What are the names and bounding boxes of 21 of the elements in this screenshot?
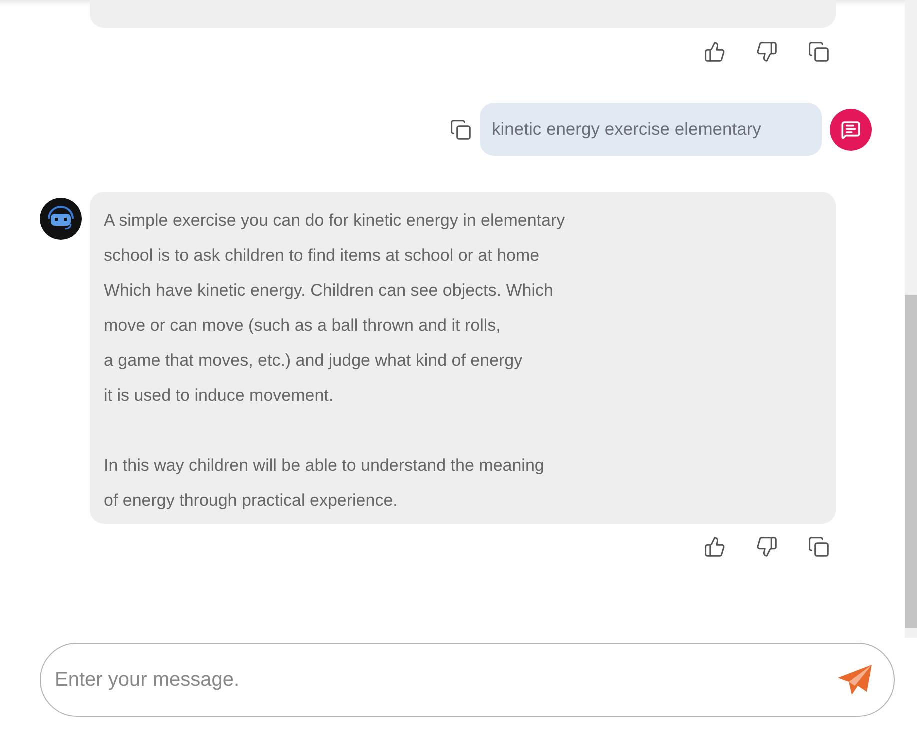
copy-button[interactable] [808, 536, 830, 558]
user-message: kinetic energy exercise elementary [480, 103, 822, 156]
copy-button[interactable] [450, 118, 472, 140]
send-button[interactable] [837, 664, 873, 696]
message-line: Which have kinetic energy. Children can see objects. Which [104, 280, 554, 302]
copy-button[interactable] [808, 41, 830, 63]
message-line: In this way children will be able to understand the meaning [104, 455, 544, 477]
message-line: of energy through practical experience. [104, 490, 398, 512]
message-line: a game that moves, etc.) and judge what kind of energy [104, 350, 523, 372]
message-line: school is to ask children to find items at school or at home [104, 245, 540, 267]
robot-avatar-icon [40, 198, 82, 240]
thumbs-up-button[interactable] [704, 536, 726, 558]
scrollbar[interactable] [905, 0, 917, 638]
message-line: A simple exercise you can do for kinetic energy in elementary [104, 210, 566, 232]
message-line: move or can move (such as a ball thrown and it rolls, [104, 315, 501, 337]
message-line: it is used to induce movement. [104, 385, 334, 407]
thumbs-down-button[interactable] [756, 536, 778, 558]
thumbs-up-button[interactable] [704, 41, 726, 63]
user-avatar-icon [830, 108, 872, 150]
thumbs-down-button[interactable] [756, 41, 778, 63]
message-input[interactable]: Enter your message. [40, 643, 895, 717]
